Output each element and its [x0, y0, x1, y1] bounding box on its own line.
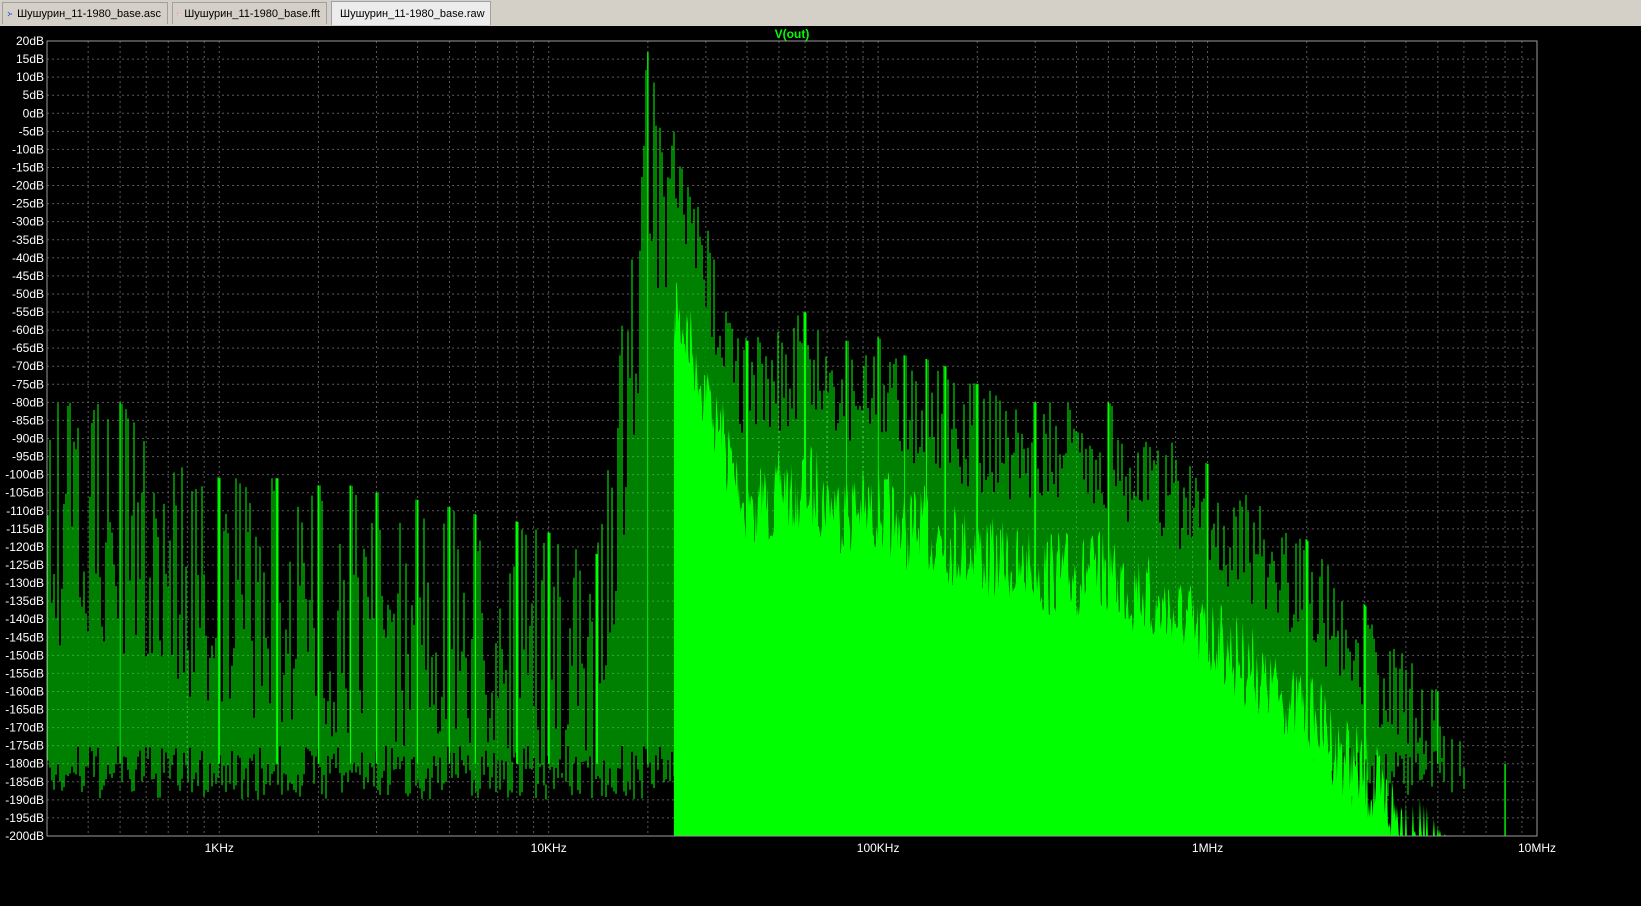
x-axis-ticks: 1KHz 10KHz 100KHz 1MHz 10MHz — [205, 841, 1556, 855]
y-tick-label: -200dB — [5, 829, 44, 843]
y-tick-label: -145dB — [5, 630, 44, 644]
waveform-icon — [177, 11, 181, 16]
y-tick-label: 15dB — [16, 52, 44, 66]
y-tick-label: -175dB — [5, 739, 44, 753]
y-tick-label: -165dB — [5, 703, 44, 717]
x-tick-label: 10MHz — [1518, 841, 1556, 855]
y-tick-label: -30dB — [12, 215, 44, 229]
y-tick-label: -65dB — [12, 341, 44, 355]
y-tick-label: -60dB — [12, 323, 44, 337]
y-tick-label: -5dB — [19, 124, 44, 138]
y-tick-label: -20dB — [12, 179, 44, 193]
y-tick-label: -160dB — [5, 684, 44, 698]
y-tick-label: -105dB — [5, 486, 44, 500]
y-tick-label: 20dB — [16, 34, 44, 48]
tab-label: Шушурин_11-1980_base.asc — [17, 7, 161, 20]
y-tick-label: -135dB — [5, 594, 44, 608]
y-tick-label: -140dB — [5, 612, 44, 626]
y-tick-label: -95dB — [12, 450, 44, 464]
y-tick-label: -185dB — [5, 775, 44, 789]
y-tick-label: -150dB — [5, 648, 44, 662]
y-tick-label: -50dB — [12, 287, 44, 301]
y-tick-label: -45dB — [12, 269, 44, 283]
y-tick-label: -155dB — [5, 666, 44, 680]
y-tick-label: -180dB — [5, 757, 44, 771]
tab-schematic[interactable]: Шушурин_11-1980_base.asc — [2, 2, 168, 24]
y-tick-label: -70dB — [12, 359, 44, 373]
x-tick-label: 100KHz — [857, 841, 900, 855]
y-tick-label: -170dB — [5, 721, 44, 735]
document-tab-bar: Шушурин_11-1980_base.asc Шушурин_11-1980… — [0, 0, 1641, 27]
y-tick-label: 5dB — [23, 88, 44, 102]
y-tick-label: 10dB — [16, 70, 44, 84]
fft-chart[interactable]: 20dB 15dB 10dB 5dB 0dB -5dB -10dB -15dB -20dB -25… — [0, 26, 1641, 901]
y-tick-label: -130dB — [5, 576, 44, 590]
y-tick-label: -120dB — [5, 540, 44, 554]
y-tick-label: -195dB — [5, 811, 44, 825]
x-tick-label: 1KHz — [205, 841, 234, 855]
y-tick-label: -35dB — [12, 233, 44, 247]
y-tick-label: -25dB — [12, 197, 44, 211]
y-tick-label: -40dB — [12, 251, 44, 265]
y-tick-label: -75dB — [12, 377, 44, 391]
x-tick-label: 1MHz — [1192, 841, 1223, 855]
y-tick-label: -85dB — [12, 413, 44, 427]
trace-vout — [47, 51, 1506, 836]
y-tick-label: -125dB — [5, 558, 44, 572]
y-tick-label: -115dB — [6, 522, 44, 536]
tab-raw[interactable]: Шушурин_11-1980_base.raw — [331, 1, 491, 25]
y-tick-label: -110dB — [6, 504, 44, 518]
y-tick-label: -100dB — [5, 468, 44, 482]
y-tick-label: -80dB — [12, 395, 44, 409]
y-tick-label: -190dB — [5, 793, 44, 807]
y-tick-label: 0dB — [23, 106, 44, 120]
tab-label: Шушурин_11-1980_base.fft — [184, 7, 320, 20]
tab-label: Шушурин_11-1980_base.raw — [340, 7, 485, 20]
y-tick-label: -90dB — [12, 432, 44, 446]
schematic-icon — [7, 11, 13, 16]
y-tick-label: -10dB — [12, 142, 44, 156]
y-tick-label: -15dB — [12, 160, 44, 174]
waveform-plot-pane[interactable]: 20dB 15dB 10dB 5dB 0dB -5dB -10dB -15dB -20dB -25… — [0, 26, 1641, 901]
x-tick-label: 10KHz — [531, 841, 567, 855]
tab-fft[interactable]: Шушурин_11-1980_base.fft — [172, 2, 327, 24]
y-tick-label: -55dB — [12, 305, 44, 319]
chart-title: V(out) — [775, 27, 810, 41]
y-axis-ticks: 20dB 15dB 10dB 5dB 0dB -5dB -10dB -15dB -20dB -25… — [5, 34, 44, 843]
